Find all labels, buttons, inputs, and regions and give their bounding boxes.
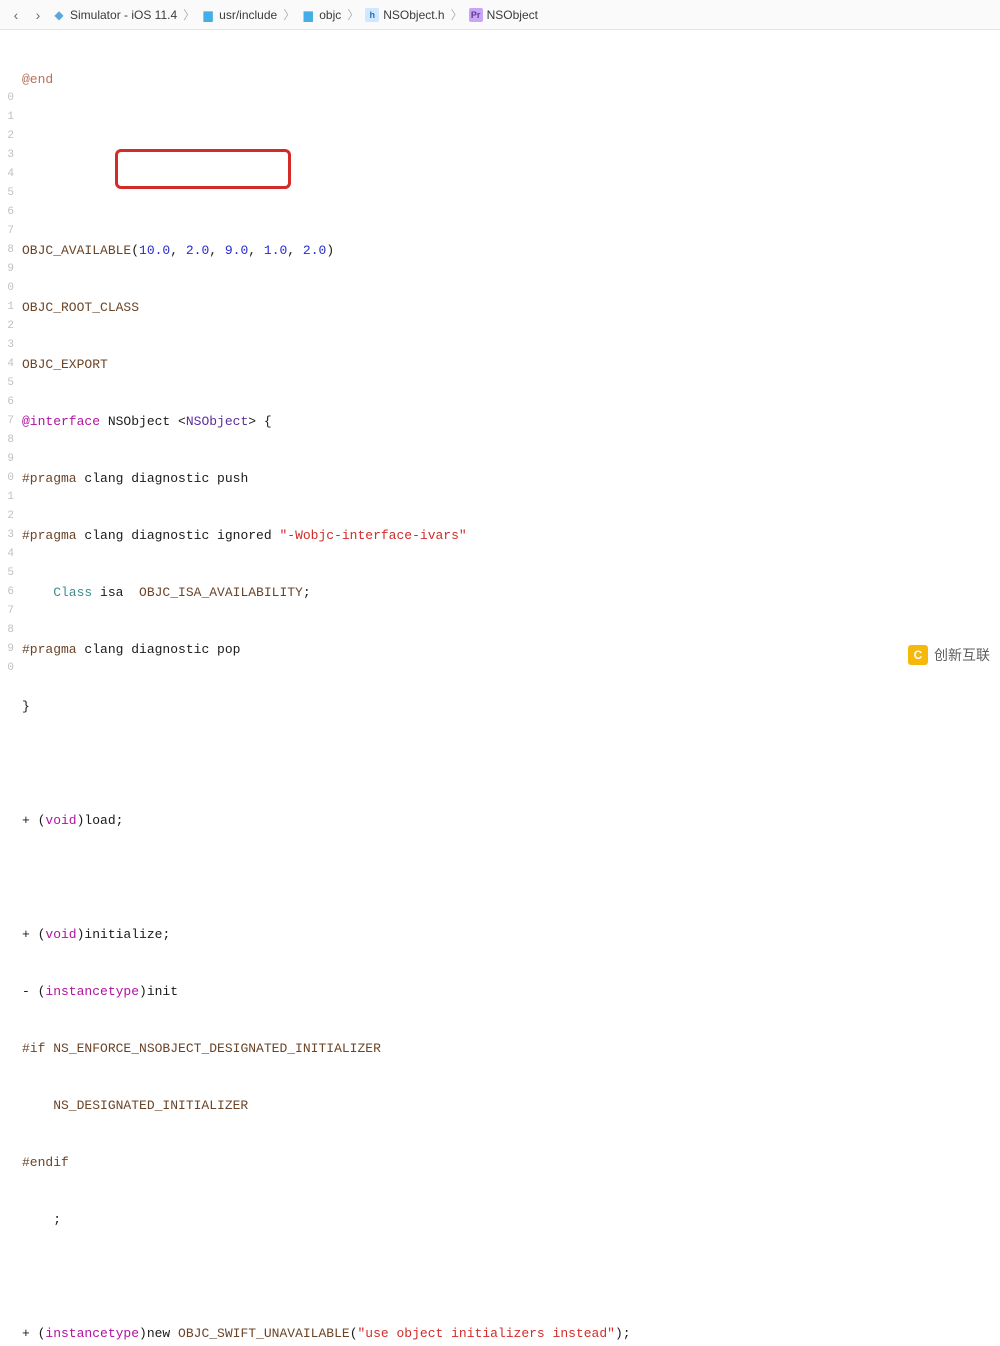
crumb-objc[interactable]: ▆ objc	[299, 8, 343, 22]
nav-back-button[interactable]: ‹	[6, 5, 26, 25]
folder-icon: ▆	[301, 8, 315, 22]
line-number-gutter: 0123456789012345678901234567890	[0, 30, 18, 673]
protocol-icon: Pr	[469, 8, 483, 22]
crumb-usr-include[interactable]: ▆ usr/include	[199, 8, 279, 22]
crumb-label: NSObject.h	[383, 8, 444, 22]
crumb-separator: 〉	[449, 6, 465, 23]
crumb-nsobject-h[interactable]: h NSObject.h	[363, 8, 446, 22]
crumb-nsobject-symbol[interactable]: Pr NSObject	[467, 8, 540, 22]
simulator-icon: ◆	[52, 8, 66, 22]
watermark: C 创新互联	[908, 645, 990, 665]
header-file-icon: h	[365, 8, 379, 22]
crumb-label: NSObject	[487, 8, 538, 22]
crumb-separator: 〉	[281, 6, 297, 23]
crumb-separator: 〉	[181, 6, 197, 23]
annotation-highlight-box	[115, 149, 291, 189]
code-area[interactable]: @end OBJC_AVAILABLE(10.0, 2.0, 9.0, 1.0,…	[18, 30, 1000, 673]
crumb-label: objc	[319, 8, 341, 22]
crumb-simulator[interactable]: ◆ Simulator - iOS 11.4	[50, 8, 179, 22]
crumb-label: Simulator - iOS 11.4	[70, 8, 177, 22]
crumb-separator: 〉	[345, 6, 361, 23]
code-editor[interactable]: 0123456789012345678901234567890 @end OBJ…	[0, 30, 1000, 673]
crumb-label: usr/include	[219, 8, 277, 22]
watermark-logo-icon: C	[908, 645, 928, 665]
nav-forward-button[interactable]: ›	[28, 5, 48, 25]
breadcrumb-toolbar: ‹ › ◆ Simulator - iOS 11.4 〉 ▆ usr/inclu…	[0, 0, 1000, 30]
folder-icon: ▆	[201, 8, 215, 22]
watermark-label: 创新互联	[934, 645, 990, 665]
